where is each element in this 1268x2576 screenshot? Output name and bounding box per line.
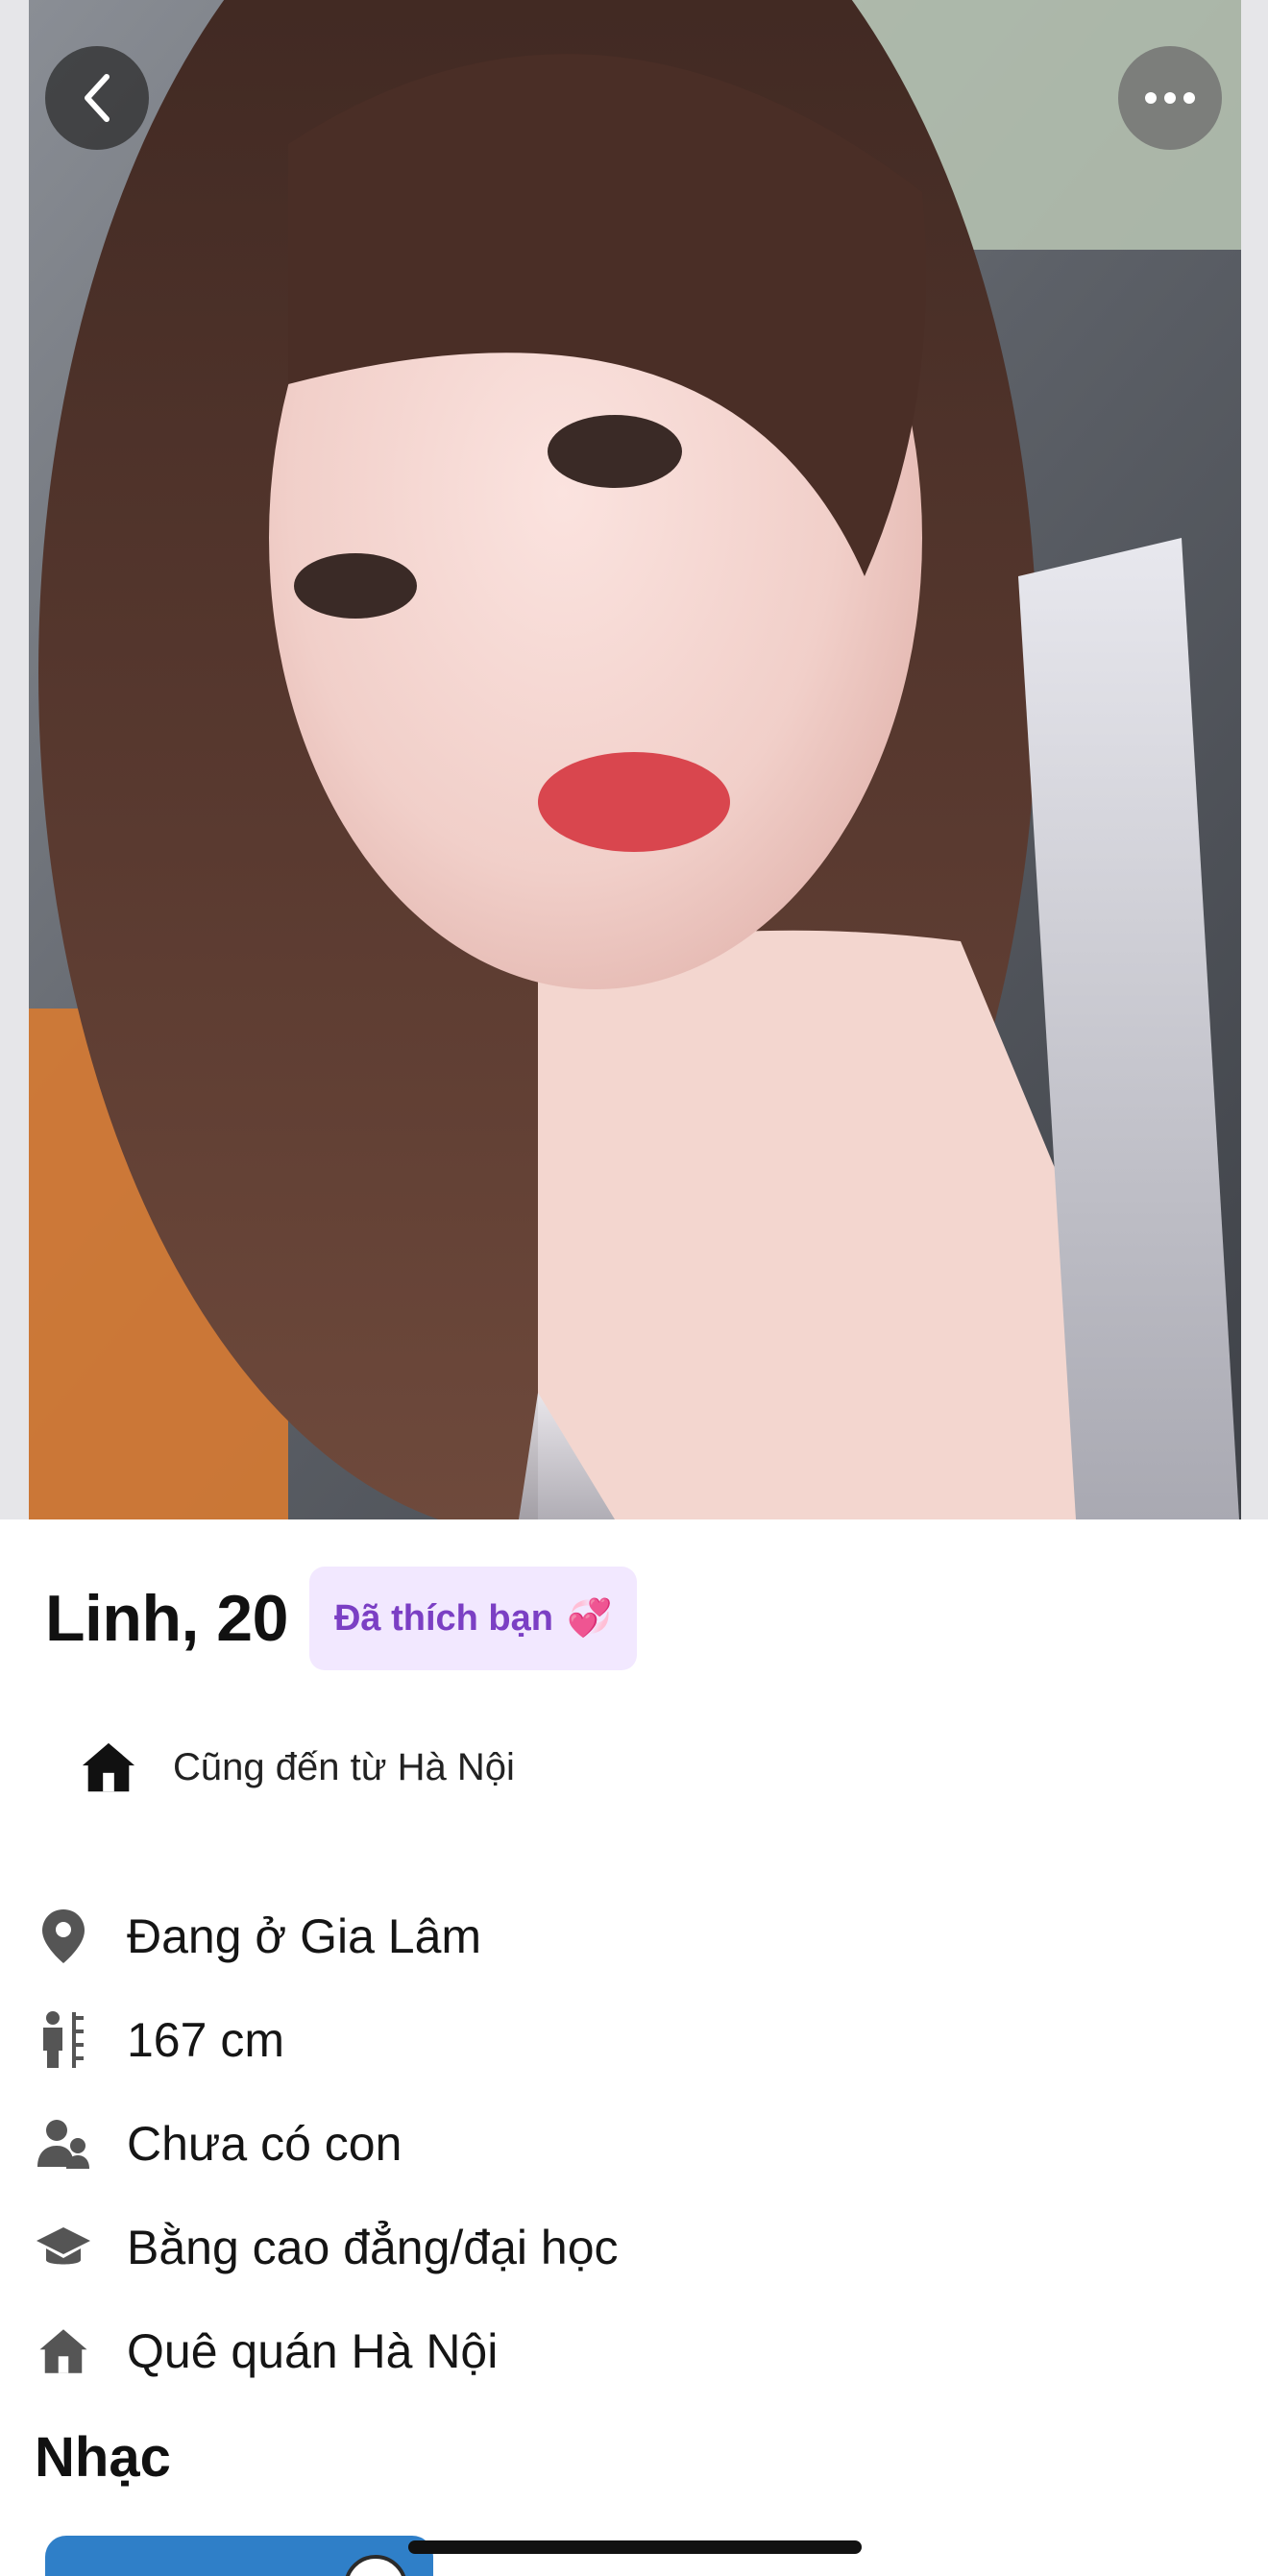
info-height-text: 167 cm <box>127 2013 284 2067</box>
graduation-cap-icon <box>37 2227 90 2265</box>
liked-you-badge: Đã thích bạn 💞 <box>308 1567 638 1670</box>
children-icon <box>37 2120 89 2169</box>
info-item-location: Đang ở Gia Lâm <box>35 1884 1187 1988</box>
info-item-education: Bằng cao đẳng/đại học <box>35 2196 1187 2299</box>
more-horizontal-icon <box>1145 92 1195 104</box>
chevron-left-icon <box>85 74 110 122</box>
profile-photo[interactable] <box>0 0 1268 1519</box>
info-item-hometown: Quê quán Hà Nội <box>35 2299 1187 2403</box>
info-hometown-text: Quê quán Hà Nội <box>127 2324 499 2378</box>
more-options-button[interactable] <box>1118 46 1222 150</box>
home-indicator[interactable] <box>408 2540 862 2554</box>
location-pin-icon <box>42 1909 85 1963</box>
back-button[interactable] <box>45 46 149 150</box>
home-icon <box>39 2329 87 2373</box>
photo-edge-right <box>1241 0 1268 1519</box>
heart-emoji-icon: 💞 <box>566 1598 613 1639</box>
info-education-text: Bằng cao đẳng/đại học <box>127 2221 619 2274</box>
info-item-height: 167 cm <box>35 1988 1187 2092</box>
profile-info-list: Đang ở Gia Lâm 167 cm Chưa có con Bằng c… <box>35 1884 1187 2403</box>
profile-page: Linh, 20 Đã thích bạn 💞 Cũng đến từ Hà N… <box>0 0 1268 2576</box>
info-location-text: Đang ở Gia Lâm <box>127 1909 482 1963</box>
info-item-children: Chưa có con <box>35 2092 1187 2196</box>
music-section-title: Nhạc <box>35 2426 171 2489</box>
home-icon <box>82 1742 135 1792</box>
liked-badge-label: Đã thích bạn <box>333 1597 553 1639</box>
photo-edge-left <box>0 0 29 1519</box>
info-children-text: Chưa có con <box>127 2117 402 2171</box>
name-age: Linh, 20 <box>45 1582 288 1655</box>
name-row: Linh, 20 Đã thích bạn 💞 <box>45 1566 638 1671</box>
shared-hometown-text: Cũng đến từ Hà Nội <box>173 1745 515 1788</box>
height-ruler-icon <box>43 2011 84 2068</box>
shared-hometown-row: Cũng đến từ Hà Nội <box>79 1734 515 1801</box>
profile-photo-image <box>0 0 1268 1519</box>
